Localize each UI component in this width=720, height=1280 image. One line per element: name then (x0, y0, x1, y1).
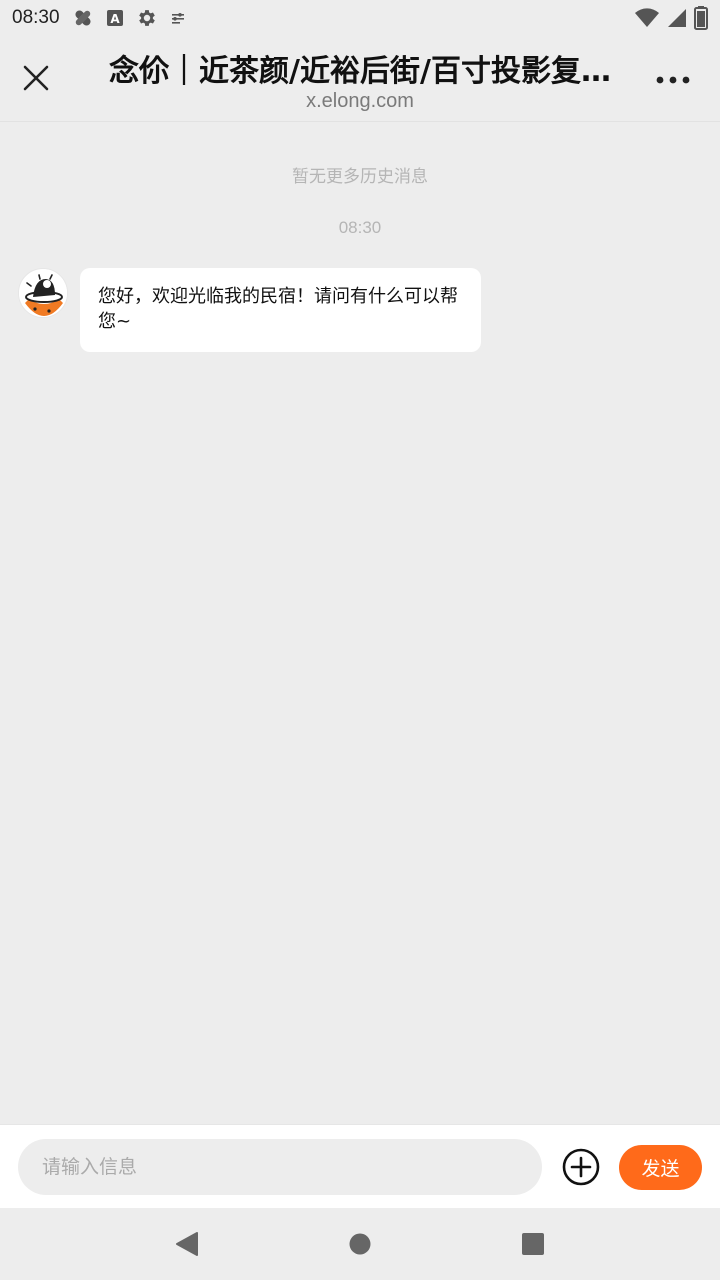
status-bar: 08:30 A (0, 0, 720, 36)
history-note: 暂无更多历史消息 (292, 167, 428, 187)
plus-circle-icon (562, 1148, 600, 1186)
back-button[interactable] (157, 1214, 217, 1274)
host-avatar[interactable] (18, 268, 68, 318)
screen: 08:30 A 念伱｜近茶颜/近裕后街/百寸投影复… x.elong.com 暂… (0, 0, 720, 1280)
wifi-icon (634, 7, 660, 29)
svg-text:A: A (110, 12, 120, 26)
tune-icon (170, 10, 186, 26)
attach-button[interactable] (561, 1147, 601, 1187)
status-time: 08:30 (12, 7, 60, 28)
page-title: 念伱｜近茶颜/近裕后街/百寸投影复… (109, 54, 611, 89)
title-bar: 念伱｜近茶颜/近裕后街/百寸投影复… x.elong.com (0, 36, 720, 122)
home-icon (349, 1233, 371, 1255)
send-button[interactable]: 发送 (619, 1145, 702, 1190)
nav-bar (0, 1208, 720, 1280)
back-icon (175, 1232, 198, 1256)
message-timestamp: 08:30 (338, 218, 382, 237)
bandage-icon (72, 7, 94, 29)
message-bubble[interactable]: 您好，欢迎光临我的民宿！请问有什么可以帮您~ (80, 268, 481, 352)
host-avatar-icon (19, 269, 67, 317)
chat-area[interactable]: 暂无更多历史消息 08:30 您好，欢迎光临我的民宿！请问有什么可以帮您~ (0, 122, 720, 1124)
message-row: 您好，欢迎光临我的民宿！请问有什么可以帮您~ (18, 268, 481, 352)
text-a-icon: A (106, 9, 124, 27)
more-button[interactable] (648, 58, 698, 102)
gear-icon (136, 7, 158, 29)
home-button[interactable] (330, 1214, 390, 1274)
status-icons-left: A (72, 7, 186, 29)
message-input[interactable] (18, 1139, 542, 1195)
close-icon (23, 65, 49, 91)
page-domain: x.elong.com (306, 90, 414, 112)
recents-icon (522, 1233, 545, 1255)
status-icons-right (634, 6, 708, 30)
more-icon (656, 76, 690, 84)
input-bar: 发送 (0, 1124, 720, 1208)
battery-icon (694, 6, 708, 30)
cell-signal-icon (666, 7, 688, 29)
recents-button[interactable] (503, 1214, 563, 1274)
